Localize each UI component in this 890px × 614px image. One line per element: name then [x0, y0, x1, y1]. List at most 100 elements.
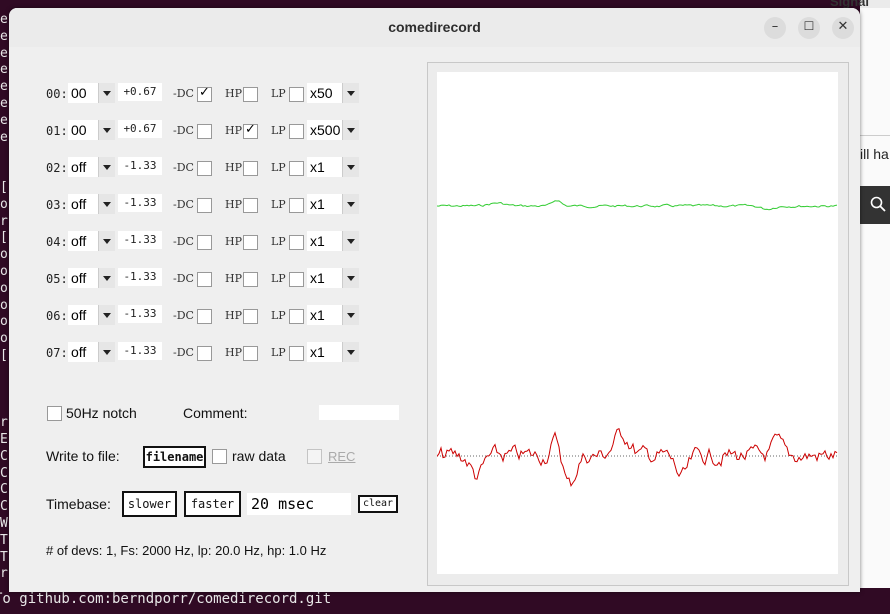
hp-checkbox[interactable] — [243, 272, 258, 287]
check-icon: ✓ — [199, 85, 210, 100]
channel-row: 07: off -1.33 -DC HP LP x1 — [9, 341, 409, 365]
hp-label: HP — [225, 309, 242, 322]
terminal-char: e — [0, 129, 8, 145]
input-select-value: 00 — [71, 85, 87, 101]
lp-label: LP — [271, 161, 286, 174]
terminal-char: T — [0, 549, 8, 565]
channel-row: 01: 00 +0.67 -DC HP ✓ LP x500 — [9, 119, 409, 143]
gain-select-value: x1 — [310, 307, 325, 323]
hp-checkbox[interactable] — [243, 198, 258, 213]
dc-checkbox[interactable] — [197, 161, 212, 176]
lp-checkbox[interactable] — [289, 198, 304, 213]
chevron-down-icon — [98, 157, 115, 177]
voltage-readout: -1.33 — [118, 268, 162, 286]
gain-select[interactable]: x50 — [307, 83, 359, 103]
terminal-char: C — [0, 465, 8, 481]
terminal-char: e — [0, 45, 8, 61]
window-title: comedirecord — [388, 19, 481, 35]
raw-data-checkbox[interactable] — [212, 449, 227, 464]
dc-label: -DC — [173, 272, 194, 285]
filename-button[interactable]: filename — [143, 446, 206, 468]
search-icon[interactable] — [870, 196, 886, 212]
comedirecord-window: comedirecord – ☐ ✕ 00: 00 +0.67 -DC ✓ HP… — [9, 8, 860, 592]
gain-select-value: x500 — [310, 122, 341, 138]
channel-row: 00: 00 +0.67 -DC ✓ HP LP x50 — [9, 82, 409, 106]
terminal-char: o — [0, 331, 8, 347]
scope-traces — [436, 200, 838, 488]
dc-label: -DC — [173, 87, 194, 100]
input-select[interactable]: off — [68, 231, 115, 251]
hp-checkbox[interactable] — [243, 235, 258, 250]
dc-checkbox[interactable] — [197, 346, 212, 361]
lp-label: LP — [271, 235, 286, 248]
input-select[interactable]: off — [68, 342, 115, 362]
dc-label: -DC — [173, 161, 194, 174]
hp-checkbox[interactable]: ✓ — [243, 122, 258, 139]
input-select[interactable]: off — [68, 194, 115, 214]
gain-select[interactable]: x1 — [307, 231, 359, 251]
hp-checkbox[interactable] — [243, 161, 258, 176]
input-select[interactable]: 00 — [68, 83, 115, 103]
input-select[interactable]: off — [68, 268, 115, 288]
dc-checkbox[interactable]: ✓ — [197, 85, 212, 102]
gain-select[interactable]: x1 — [307, 157, 359, 177]
slower-button[interactable]: slower — [122, 491, 177, 517]
dc-label: -DC — [173, 309, 194, 322]
clear-button[interactable]: clear — [358, 495, 398, 513]
lp-checkbox[interactable] — [289, 87, 304, 102]
gain-select[interactable]: x1 — [307, 194, 359, 214]
terminal-char: o — [0, 297, 8, 313]
hp-checkbox[interactable] — [243, 309, 258, 324]
lp-checkbox[interactable] — [289, 309, 304, 324]
channel-id: 06: — [46, 309, 68, 323]
terminal-char: C — [0, 448, 8, 464]
lp-checkbox[interactable] — [289, 346, 304, 361]
lp-checkbox[interactable] — [289, 124, 304, 139]
dc-checkbox[interactable] — [197, 235, 212, 250]
hp-label: HP — [225, 161, 242, 174]
terminal-char: o — [0, 314, 8, 330]
gain-select[interactable]: x1 — [307, 305, 359, 325]
lp-checkbox[interactable] — [289, 235, 304, 250]
terminal-char: r — [0, 213, 8, 229]
minimize-button[interactable]: – — [764, 17, 786, 39]
gain-select-value: x1 — [310, 233, 325, 249]
input-select[interactable]: 00 — [68, 120, 115, 140]
dc-checkbox[interactable] — [197, 124, 212, 139]
chevron-down-icon — [342, 268, 359, 288]
input-select-value: 00 — [71, 122, 87, 138]
notch-label: 50Hz notch — [66, 405, 137, 421]
terminal-char: e — [0, 112, 8, 128]
hp-label: HP — [225, 198, 242, 211]
lp-checkbox[interactable] — [289, 161, 304, 176]
gain-select[interactable]: x1 — [307, 268, 359, 288]
comment-input[interactable] — [319, 405, 399, 420]
hp-checkbox[interactable] — [243, 346, 258, 361]
terminal-char: e — [0, 79, 8, 95]
status-text: # of devs: 1, Fs: 2000 Hz, lp: 20.0 Hz, … — [46, 543, 327, 558]
input-select-value: off — [71, 270, 87, 286]
input-select[interactable]: off — [68, 157, 115, 177]
gain-select-value: x1 — [310, 344, 325, 360]
channel-id: 05: — [46, 272, 68, 286]
dc-checkbox[interactable] — [197, 309, 212, 324]
raw-data-label: raw data — [232, 448, 286, 464]
gain-select[interactable]: x500 — [307, 120, 359, 140]
terminal-char: [ — [0, 180, 8, 195]
terminal-char: [ — [0, 230, 8, 246]
close-button[interactable]: ✕ — [832, 17, 854, 39]
minimize-icon: – — [771, 19, 779, 34]
notch-checkbox[interactable] — [47, 406, 62, 421]
dc-checkbox[interactable] — [197, 198, 212, 213]
rec-label: REC — [328, 449, 356, 464]
background-window: Signal ill ha — [830, 0, 890, 588]
lp-checkbox[interactable] — [289, 272, 304, 287]
hp-checkbox[interactable] — [243, 87, 258, 102]
faster-button[interactable]: faster — [184, 491, 241, 517]
gain-select[interactable]: x1 — [307, 342, 359, 362]
rec-checkbox[interactable] — [307, 449, 322, 464]
maximize-button[interactable]: ☐ — [798, 17, 820, 39]
input-select[interactable]: off — [68, 305, 115, 325]
voltage-readout: +0.67 — [118, 120, 162, 138]
dc-checkbox[interactable] — [197, 272, 212, 287]
